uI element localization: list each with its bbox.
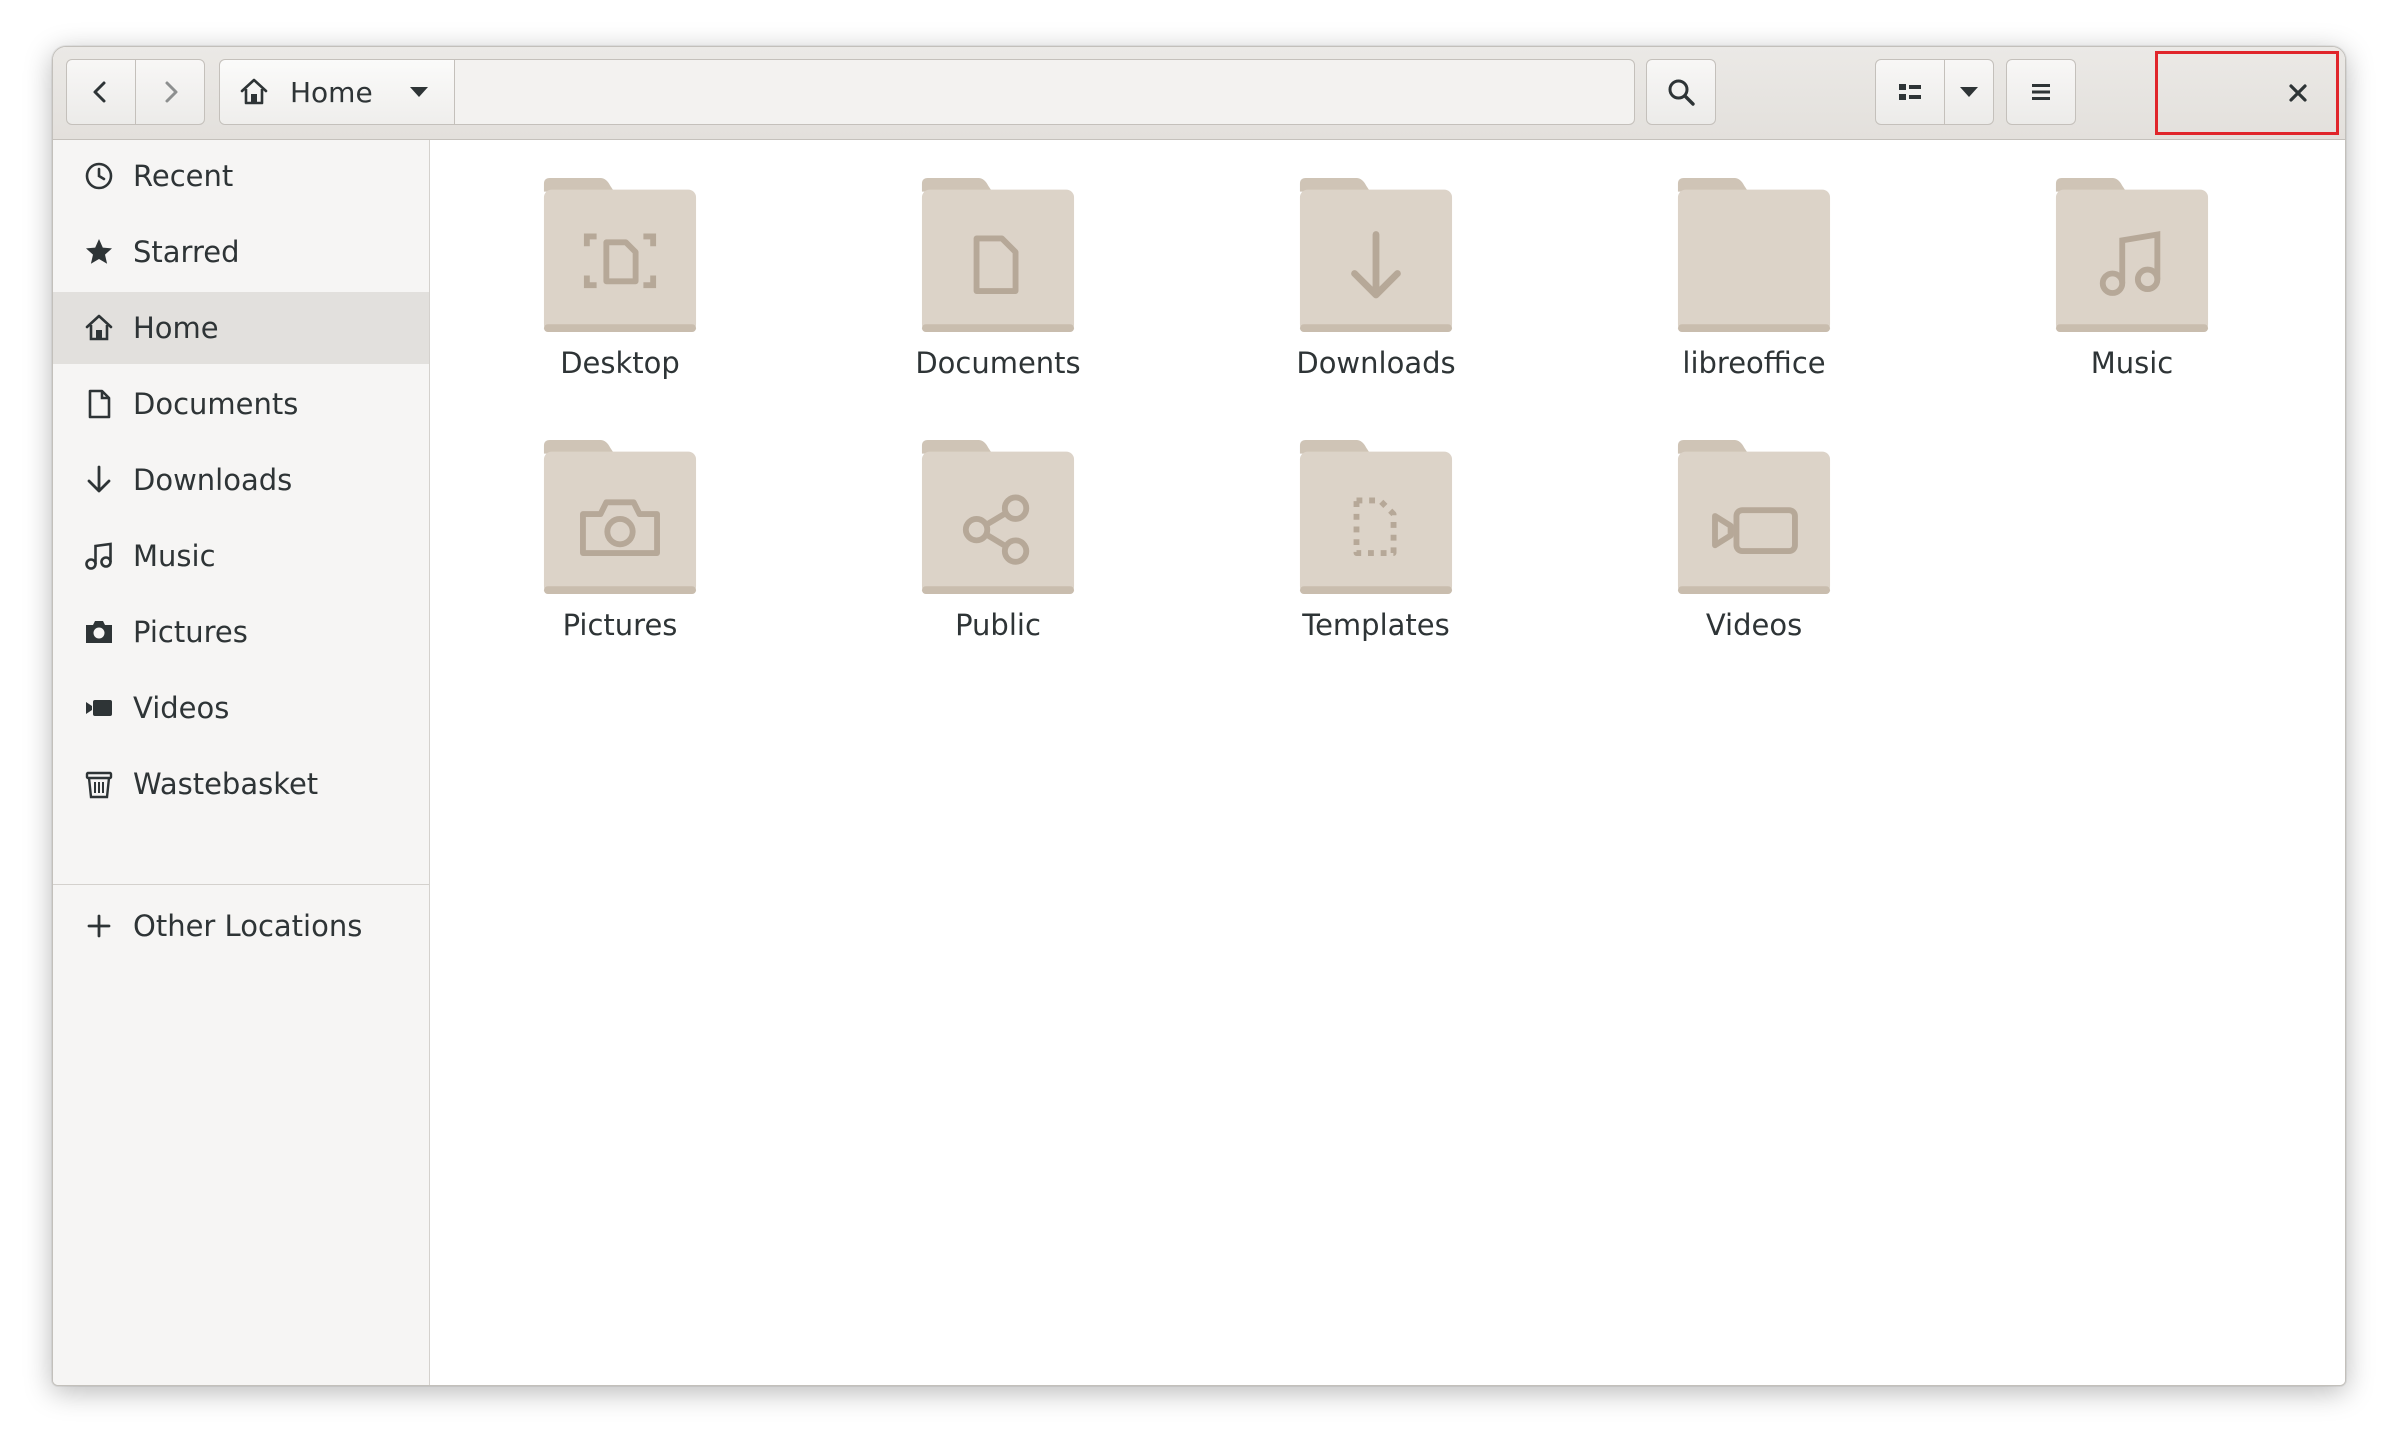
sidebar-item-label: Music [133, 539, 216, 573]
forward-button[interactable] [135, 59, 205, 125]
star-icon [81, 234, 117, 270]
view-options-dropdown[interactable] [1944, 59, 1994, 125]
file-item-label: Public [955, 608, 1041, 642]
file-item-label: Downloads [1296, 346, 1456, 380]
sidebar-item-music[interactable]: Music [53, 520, 429, 592]
plus-icon [81, 908, 117, 944]
documents-folder-icon [921, 177, 1075, 332]
sidebar-item-other-locations[interactable]: Other Locations [53, 890, 429, 962]
file-item-libreoffice[interactable]: libreoffice [1564, 140, 1944, 380]
sidebar-item-label: Videos [133, 691, 230, 725]
path-crumb-home[interactable]: Home [220, 60, 455, 124]
file-item-music[interactable]: Music [1942, 140, 2322, 380]
sidebar-item-label: Documents [133, 387, 299, 421]
download-arrow-icon [81, 462, 117, 498]
file-item-label: Music [2090, 346, 2174, 380]
sidebar-item-label: Other Locations [133, 909, 363, 943]
downloads-folder-icon [1299, 177, 1453, 332]
pictures-folder-icon [543, 439, 697, 594]
sidebar-item-home[interactable]: Home [53, 292, 429, 364]
sidebar-item-wastebasket[interactable]: Wastebasket [53, 748, 429, 820]
triangle-down-icon [1960, 87, 1978, 97]
file-manager-window: Home Recent Starred Home Documents Downl… [52, 46, 2346, 1386]
sidebar-separator [53, 884, 429, 885]
sidebar-item-pictures[interactable]: Pictures [53, 596, 429, 668]
sidebar-item-label: Downloads [133, 463, 293, 497]
file-item-public[interactable]: Public [808, 402, 1188, 642]
templates-folder-icon [1299, 439, 1453, 594]
camera-icon [81, 614, 117, 650]
places-sidebar: Recent Starred Home Documents Downloads [53, 140, 430, 1385]
view-mode-button[interactable] [1875, 59, 1945, 125]
file-item-templates[interactable]: Templates [1186, 402, 1566, 642]
video-camera-icon [81, 690, 117, 726]
file-item-videos[interactable]: Videos [1564, 402, 1944, 642]
music-folder-icon [2055, 177, 2209, 332]
file-item-label: Videos [1705, 608, 1803, 642]
search-button[interactable] [1646, 59, 1716, 125]
sidebar-item-starred[interactable]: Starred [53, 216, 429, 288]
sidebar-item-downloads[interactable]: Downloads [53, 444, 429, 516]
close-icon [2289, 84, 2307, 102]
file-item-pictures[interactable]: Pictures [430, 402, 810, 642]
file-item-label: libreoffice [1682, 346, 1826, 380]
sidebar-item-label: Wastebasket [133, 767, 319, 801]
sidebar-item-videos[interactable]: Videos [53, 672, 429, 744]
sidebar-item-documents[interactable]: Documents [53, 368, 429, 440]
main-menu-button[interactable] [2006, 59, 2076, 125]
folder-icon [1677, 177, 1831, 332]
sidebar-item-label: Starred [133, 235, 240, 269]
window-controls-highlight [2155, 51, 2339, 135]
path-crumb-label: Home [290, 75, 373, 109]
sidebar-item-label: Pictures [133, 615, 248, 649]
file-item-documents[interactable]: Documents [808, 140, 1188, 380]
sidebar-item-label: Recent [133, 159, 234, 193]
document-icon [81, 386, 117, 422]
chevron-left-icon [93, 81, 106, 103]
sidebar-item-recent[interactable]: Recent [53, 140, 429, 212]
file-item-downloads[interactable]: Downloads [1186, 140, 1566, 380]
magnifier-icon [1668, 79, 1695, 106]
close-button[interactable] [2268, 63, 2328, 123]
home-icon [81, 310, 117, 346]
desktop-folder-icon [543, 177, 697, 332]
file-item-label: Templates [1302, 608, 1450, 642]
hamburger-icon [2032, 84, 2050, 100]
header-bar: Home [53, 47, 2345, 140]
triangle-down-icon [409, 87, 428, 97]
file-item-label: Documents [915, 346, 1081, 380]
file-view: Desktop Documents Downloads libreoffice … [430, 140, 2345, 1385]
back-button[interactable] [66, 59, 136, 125]
trash-icon [81, 766, 117, 802]
chevron-right-icon [165, 81, 178, 103]
path-bar[interactable]: Home [219, 59, 1635, 125]
videos-folder-icon [1677, 439, 1831, 594]
music-note-icon [81, 538, 117, 574]
file-item-label: Pictures [562, 608, 678, 642]
file-item-desktop[interactable]: Desktop [430, 140, 810, 380]
grid-view-icon [1899, 84, 1921, 100]
file-item-label: Desktop [560, 346, 680, 380]
clock-icon [81, 158, 117, 194]
home-icon [240, 78, 268, 105]
sidebar-item-label: Home [133, 311, 219, 345]
public-folder-icon [921, 439, 1075, 594]
